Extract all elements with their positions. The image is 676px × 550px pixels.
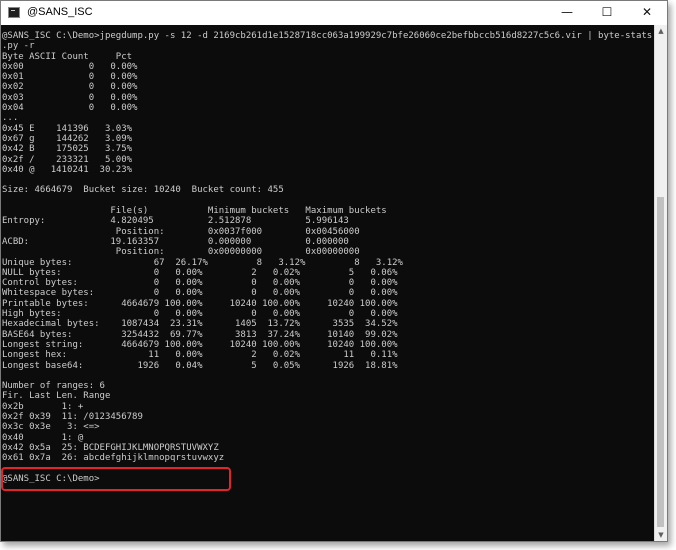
terminal-line: Longest base64: 1926 0.04% 5 0.05% 1926 … (2, 360, 398, 371)
terminal-line: 0x03 0 0.00% (2, 92, 138, 103)
close-button[interactable]: ✕ (627, 1, 667, 25)
terminal-line: 0x2b 1: + (2, 401, 84, 412)
minimize-button[interactable]: — (547, 1, 587, 25)
terminal-line: Longest hex: 11 0.00% 2 0.02% 11 0.11% (2, 350, 398, 361)
terminal-line: 0x40 @ 1410241 30.23% (2, 164, 133, 175)
console-app-icon (8, 7, 20, 18)
terminal-line: ... (2, 113, 19, 124)
terminal-line: 0x3c 0x3e 3: <=> (2, 422, 100, 433)
terminal-line: 0x67 g 144262 3.09% (2, 133, 133, 144)
terminal-line: 0x42 B 175025 3.75% (2, 144, 133, 155)
terminal-line: Fir. Last Len. Range (2, 391, 111, 402)
terminal-line: Control bytes: 0 0.00% 0 0.00% 0 0.00% (2, 278, 398, 289)
scroll-down-arrow-icon[interactable]: ▼ (655, 529, 667, 541)
terminal-line: Entropy: 4.820495 2.512878 5.996143 (2, 216, 349, 227)
title-bar[interactable]: @SANS_ISC — ☐ ✕ (1, 1, 667, 25)
window-title: @SANS_ISC (27, 6, 93, 18)
terminal-line: 0x2f 0x39 11: /0123456789 (2, 411, 143, 422)
terminal-line: Byte ASCII Count Pct (2, 51, 133, 62)
terminal-output[interactable]: @SANS_ISC C:\Demo>jpegdump.py -s 12 -d 2… (1, 25, 655, 541)
terminal-line: NULL bytes: 0 0.00% 2 0.02% 5 0.06% (2, 267, 398, 278)
terminal-line: 0x2f / 233321 5.00% (2, 154, 133, 165)
terminal-line: ACBD: 19.163357 0.000000 0.000000 (2, 236, 349, 247)
terminal-line: 0x04 0 0.00% (2, 103, 138, 114)
terminal-line: Longest string: 4664679 100.00% 10240 10… (2, 339, 398, 350)
terminal-line: BASE64 bytes: 3254432 69.77% 3813 37.24%… (2, 329, 398, 340)
terminal-line: 0x00 0 0.00% (2, 61, 138, 72)
scroll-up-arrow-icon[interactable]: ▲ (655, 25, 667, 37)
terminal-line: File(s) Minimum buckets Maximum buckets (2, 206, 387, 217)
terminal-line: Whitespace bytes: 0 0.00% 0 0.00% 0 0.00… (2, 288, 398, 299)
terminal-line: Number of ranges: 6 (2, 381, 105, 392)
maximize-button[interactable]: ☐ (587, 1, 627, 25)
output-lines: @SANS_ISC C:\Demo>jpegdump.py -s 12 -d 2… (1, 25, 655, 484)
scrollbar-thumb[interactable] (657, 197, 664, 527)
terminal-line: Printable bytes: 4664679 100.00% 10240 1… (2, 298, 398, 309)
console-window: @SANS_ISC — ☐ ✕ @SANS_ISC C:\Demo>jpegdu… (0, 0, 668, 542)
terminal-line: 0x01 0 0.00% (2, 72, 138, 83)
terminal-line: 0x42 0x5a 25: BCDEFGHIJKLMNOPQRSTUVWXYZ (2, 442, 219, 453)
terminal-line: Position: 0x0037f000 0x00456000 (2, 226, 360, 237)
vertical-scrollbar[interactable]: ▲ ▼ (654, 25, 667, 541)
terminal-line: 0x45 E 141396 3.03% (2, 123, 133, 134)
terminal-line: Position: 0x00000000 0x00000000 (2, 247, 360, 258)
terminal-line: Unique bytes: 67 26.17% 8 3.12% 8 3.12% (2, 257, 403, 268)
terminal-line: 0x02 0 0.00% (2, 82, 138, 93)
range-highlight-box (1, 467, 231, 491)
terminal-line: Size: 4664679 Bucket size: 10240 Bucket … (2, 185, 284, 196)
terminal-line: @SANS_ISC C:\Demo>jpegdump.py -s 12 -d 2… (2, 31, 653, 41)
terminal-line: .py -r (2, 41, 35, 52)
terminal-line: Hexadecimal bytes: 1087434 23.31% 1405 1… (2, 319, 398, 330)
terminal-line: High bytes: 0 0.00% 0 0.00% 0 0.00% (2, 309, 398, 320)
terminal-line: 0x61 0x7a 26: abcdefghijklmnopqrstuvwxyz (2, 453, 225, 464)
terminal-line: 0x40 1: @ (2, 432, 84, 443)
